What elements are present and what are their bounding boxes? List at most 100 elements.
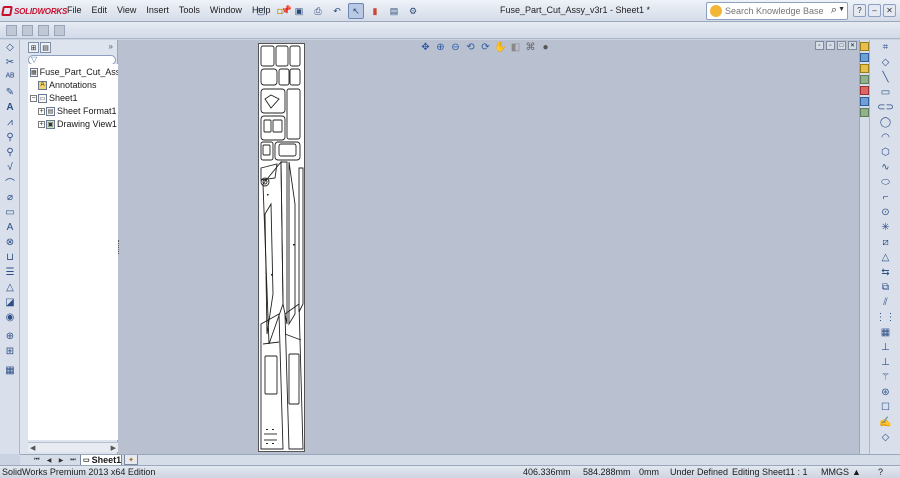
- last-sheet-icon[interactable]: ⏭: [68, 456, 78, 465]
- tree-horizontal-scrollbar[interactable]: ◀ ▶: [28, 442, 118, 452]
- multi-jog-leader-icon[interactable]: △: [0, 280, 20, 295]
- forum-tab-icon[interactable]: [860, 108, 869, 117]
- spell-check-icon[interactable]: ᴬᴮ: [0, 70, 20, 85]
- convert-entities-icon[interactable]: ⇆: [870, 265, 900, 280]
- move-entities-icon[interactable]: ▦: [870, 325, 900, 340]
- weld-symbol-icon[interactable]: ⌒: [0, 175, 20, 190]
- help-icon[interactable]: ?: [853, 4, 866, 17]
- collapse-panel-button[interactable]: »: [109, 42, 113, 51]
- hide-show-items-icon[interactable]: ⌘: [524, 41, 537, 54]
- next-sheet-icon[interactable]: ▶: [56, 456, 66, 465]
- property-manager-tab-icon[interactable]: ▤: [40, 42, 51, 53]
- linear-pattern-icon[interactable]: ⋮⋮: [870, 310, 900, 325]
- menu-view[interactable]: View: [112, 4, 141, 17]
- offset-entities-icon[interactable]: ⧉: [870, 280, 900, 295]
- center-mark-icon[interactable]: ⊕: [0, 329, 20, 344]
- zoom-in-out-icon[interactable]: ⊖: [449, 41, 462, 54]
- cosmetic-thread-icon[interactable]: ☰: [0, 265, 20, 280]
- feature-tree-tab-icon[interactable]: ⊞: [28, 42, 39, 53]
- close-window-icon[interactable]: ✕: [848, 41, 857, 50]
- linear-note-pattern-icon[interactable]: ⩘: [0, 115, 20, 130]
- quick-snaps-icon[interactable]: ⊛: [870, 385, 900, 400]
- point-icon[interactable]: ✳: [870, 220, 900, 235]
- datum-feature-icon[interactable]: A: [0, 220, 20, 235]
- first-sheet-icon[interactable]: ⏮: [32, 456, 42, 465]
- scroll-left-icon[interactable]: ◀: [30, 444, 35, 452]
- datum-target-icon[interactable]: ⊗: [0, 235, 20, 250]
- tree-item-annotations[interactable]: A Annotations: [38, 79, 97, 91]
- polygon-icon[interactable]: ⬡: [870, 145, 900, 160]
- tile-window-icon[interactable]: ▫: [826, 41, 835, 50]
- restore-window-icon[interactable]: ▫: [815, 41, 824, 50]
- rebuild-icon[interactable]: ▮: [367, 3, 383, 19]
- previous-sheet-icon[interactable]: ◀: [44, 456, 54, 465]
- select-pointer-icon[interactable]: ↖: [348, 3, 364, 19]
- trim-icon[interactable]: △: [870, 250, 900, 265]
- revision-cloud-icon[interactable]: ◉: [0, 310, 20, 325]
- spline-icon[interactable]: ∿: [870, 160, 900, 175]
- menu-edit[interactable]: Edit: [87, 4, 113, 17]
- tree-item-sheet1[interactable]: − ▭ Sheet1: [30, 92, 78, 104]
- area-hatch-icon[interactable]: ◪: [0, 295, 20, 310]
- smart-dimension-icon[interactable]: ◇: [0, 40, 20, 55]
- table-icon[interactable]: ▦: [0, 363, 20, 378]
- apply-scene-icon[interactable]: ●: [539, 41, 552, 54]
- view-palette-tab-icon[interactable]: [860, 75, 869, 84]
- undo-icon[interactable]: ↶: [329, 3, 345, 19]
- add-relation-icon[interactable]: ⊥: [870, 355, 900, 370]
- auto-balloon-icon[interactable]: ⚲: [0, 145, 20, 160]
- sketch-ink-icon[interactable]: ◇: [870, 430, 900, 445]
- model-items-icon[interactable]: ✂: [0, 55, 20, 70]
- arc-icon[interactable]: ◠: [870, 130, 900, 145]
- tree-item-drawing-view[interactable]: + ▣ Drawing View1: [38, 118, 117, 130]
- smart-dimension-sketch-icon[interactable]: ◇: [870, 55, 900, 70]
- rectangle-icon[interactable]: ▭: [870, 85, 900, 100]
- blocks-icon[interactable]: ⊔: [0, 250, 20, 265]
- circle-icon[interactable]: ◯: [870, 115, 900, 130]
- menu-window[interactable]: Window: [205, 4, 247, 17]
- graphics-area[interactable]: ✥ ⊕ ⊖ ⟲ ⟳ ✋ ◧ ⌘ ● ▫ ▫ □ ✕: [118, 40, 859, 454]
- drawing-sheet[interactable]: [258, 43, 305, 452]
- close-icon[interactable]: ✕: [883, 4, 896, 17]
- surface-finish-icon[interactable]: √: [0, 160, 20, 175]
- rapid-sketch-icon[interactable]: ☐: [870, 400, 900, 415]
- zoom-to-fit-icon[interactable]: ✥: [419, 41, 432, 54]
- open-folder-icon[interactable]: ◘: [272, 3, 288, 19]
- expand-toggle-icon[interactable]: +: [38, 107, 45, 115]
- fillet-icon[interactable]: ⌐: [870, 190, 900, 205]
- maximize-window-icon[interactable]: □: [837, 41, 846, 50]
- print-icon[interactable]: ⎙: [310, 3, 326, 19]
- file-properties-icon[interactable]: ▤: [386, 3, 402, 19]
- instant-2d-icon[interactable]: ✍: [870, 415, 900, 430]
- custom-properties-tab-icon[interactable]: [860, 97, 869, 106]
- mirror-entities-icon[interactable]: ⫽: [870, 295, 900, 310]
- search-input[interactable]: [725, 5, 825, 17]
- chevron-down-icon[interactable]: ▼: [838, 6, 845, 13]
- tree-item-drawing[interactable]: ▦ Fuse_Part_Cut_Assy_v: [30, 66, 118, 78]
- zoom-to-area-icon[interactable]: ⊕: [434, 41, 447, 54]
- hole-callout-icon[interactable]: ⌀: [0, 190, 20, 205]
- options-icon[interactable]: ⚙: [405, 3, 421, 19]
- pan-icon[interactable]: ✋: [494, 41, 507, 54]
- menu-file[interactable]: File: [62, 4, 87, 17]
- panel-splitter-handle[interactable]: [118, 240, 121, 254]
- menu-tools[interactable]: Tools: [174, 4, 205, 17]
- solidworks-logo[interactable]: SOLIDWORKS: [1, 4, 67, 18]
- scroll-right-icon[interactable]: ▶: [111, 444, 116, 452]
- repair-sketch-icon[interactable]: ⚚: [870, 370, 900, 385]
- search-icon[interactable]: ⌕: [831, 4, 837, 17]
- unit-system-selector[interactable]: MMGS: [821, 467, 849, 477]
- new-document-icon[interactable]: ▢: [253, 3, 269, 19]
- appearances-tab-icon[interactable]: [860, 86, 869, 95]
- balloon-icon[interactable]: ⚲: [0, 130, 20, 145]
- knowledge-base-search[interactable]: ⌕ ▼: [706, 2, 848, 20]
- tree-item-sheet-format[interactable]: + ▤ Sheet Format1: [38, 105, 117, 117]
- expand-toggle-icon[interactable]: +: [38, 120, 45, 128]
- centerline-icon[interactable]: ⊞: [0, 344, 20, 359]
- file-explorer-tab-icon[interactable]: [860, 64, 869, 73]
- rotate-view-icon[interactable]: ⟳: [479, 41, 492, 54]
- centerline-sketch-icon[interactable]: ⊙: [870, 205, 900, 220]
- line-icon[interactable]: ╲: [870, 70, 900, 85]
- collapse-toggle-icon[interactable]: −: [30, 94, 37, 102]
- ellipse-icon[interactable]: ⬭: [870, 175, 900, 190]
